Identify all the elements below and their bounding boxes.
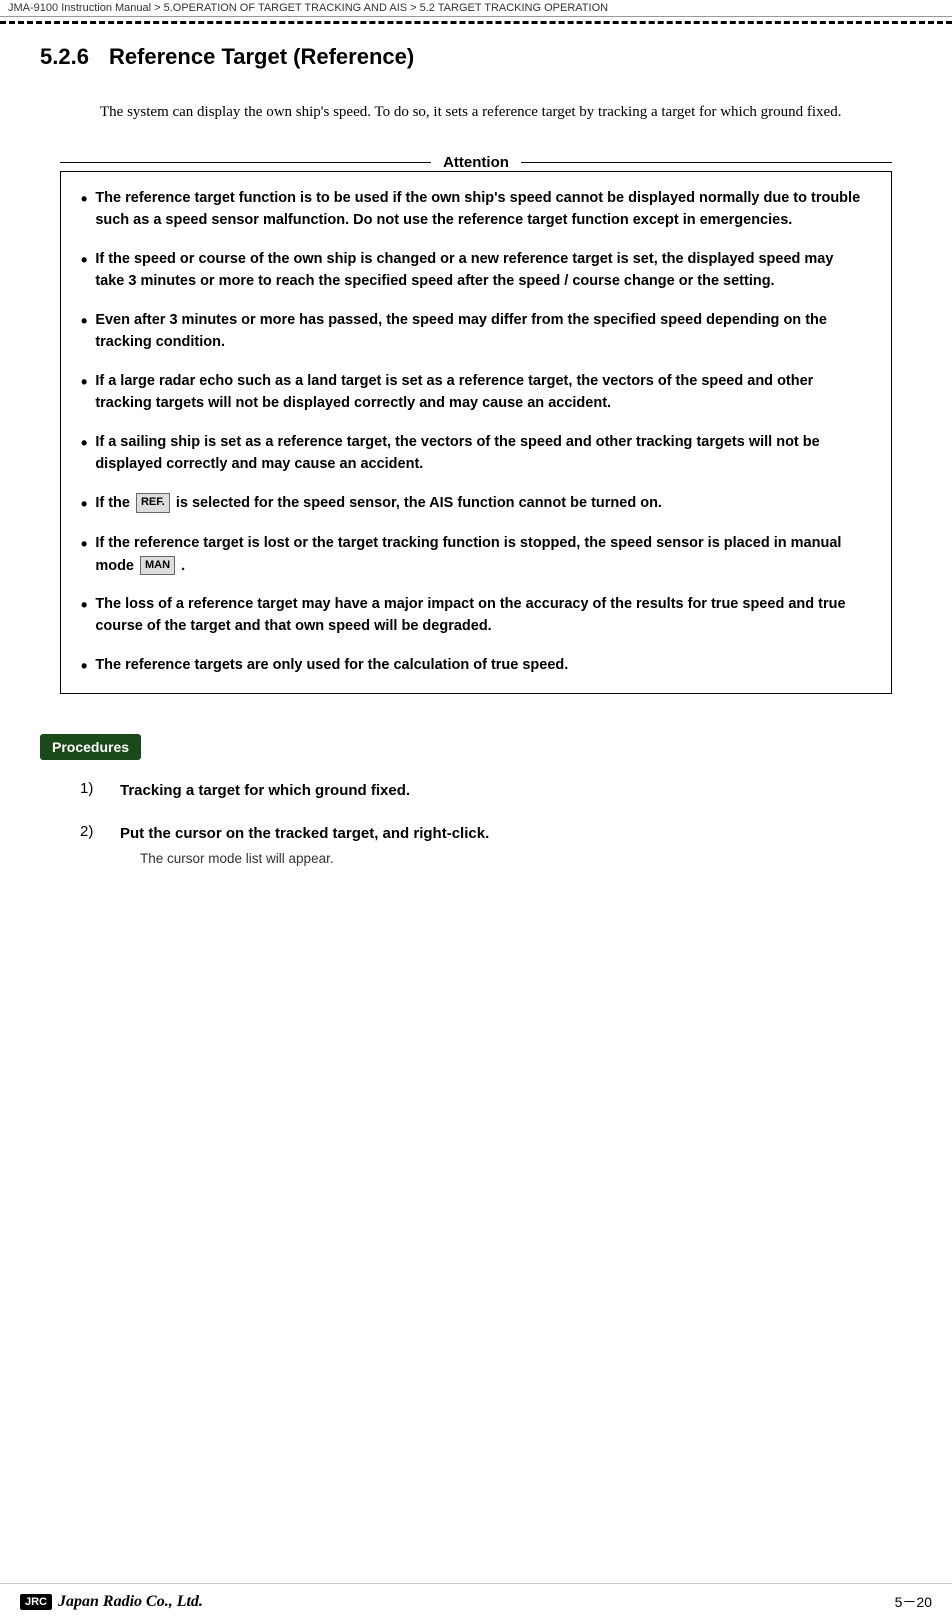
attention-item-1: The reference target function is to be u… xyxy=(95,187,866,232)
bullet-icon: • xyxy=(81,594,87,617)
procedure-sub-text: The cursor mode list will appear. xyxy=(140,851,912,866)
bullet-icon: • xyxy=(81,493,87,516)
ref-badge: REF. xyxy=(136,493,170,512)
list-item: • The loss of a reference target may hav… xyxy=(81,593,866,638)
breadcrumb: JMA-9100 Instruction Manual > 5.OPERATIO… xyxy=(0,0,952,17)
procedure-row: 1) Tracking a target for which ground fi… xyxy=(80,780,912,803)
footer-company-name: Japan Radio Co., Ltd. xyxy=(58,1593,203,1611)
bullet-icon: • xyxy=(81,371,87,394)
attention-list: • The reference target function is to be… xyxy=(81,187,866,678)
bullet-icon: • xyxy=(81,249,87,272)
bullet-icon: • xyxy=(81,432,87,455)
procedures-label: Procedures xyxy=(40,734,141,760)
page-number: 5－20 xyxy=(895,1592,932,1612)
bullet-icon: • xyxy=(81,655,87,678)
attention-item-2: If the speed or course of the own ship i… xyxy=(95,248,866,293)
list-item: • The reference targets are only used fo… xyxy=(81,654,866,678)
procedure-item: 2) Put the cursor on the tracked target,… xyxy=(80,823,912,867)
man-badge: MAN xyxy=(140,556,175,575)
procedures-section: Procedures 1) Tracking a target for whic… xyxy=(40,724,912,866)
attention-item-6: If the REF. is selected for the speed se… xyxy=(95,492,662,514)
attention-item-8: The loss of a reference target may have … xyxy=(95,593,866,638)
jrc-badge: JRC xyxy=(20,1594,52,1610)
attention-item-4: If a large radar echo such as a land tar… xyxy=(95,370,866,415)
procedure-text: Put the cursor on the tracked target, an… xyxy=(120,823,489,846)
procedure-row: 2) Put the cursor on the tracked target,… xyxy=(80,823,912,846)
intro-paragraph: The system can display the own ship's sp… xyxy=(100,100,852,124)
list-item: • The reference target function is to be… xyxy=(81,187,866,232)
attention-label: Attention xyxy=(431,154,521,171)
list-item: • Even after 3 minutes or more has passe… xyxy=(81,309,866,354)
item6-text-after: is selected for the speed sensor, the AI… xyxy=(176,495,662,511)
bullet-icon: • xyxy=(81,533,87,556)
bullet-icon: • xyxy=(81,188,87,211)
item7-text-after: . xyxy=(181,558,185,574)
attention-item-5: If a sailing ship is set as a reference … xyxy=(95,431,866,476)
attention-header: Attention xyxy=(60,154,892,171)
procedure-number: 1) xyxy=(80,780,105,797)
attention-item-3: Even after 3 minutes or more has passed,… xyxy=(95,309,866,354)
list-item: • If the reference target is lost or the… xyxy=(81,532,866,577)
section-number: 5.2.6 xyxy=(40,44,89,70)
item6-text-before: If the xyxy=(95,495,130,511)
attention-item-7: If the reference target is lost or the t… xyxy=(95,532,866,577)
section-title: Reference Target (Reference) xyxy=(109,44,414,70)
item7-text-before: If the reference target is lost or the t… xyxy=(95,535,841,573)
procedure-text: Tracking a target for which ground fixed… xyxy=(120,780,410,803)
list-item: • If the speed or course of the own ship… xyxy=(81,248,866,293)
attention-box: • The reference target function is to be… xyxy=(60,171,892,694)
section-heading: 5.2.6 Reference Target (Reference) xyxy=(40,44,912,70)
main-content: 5.2.6 Reference Target (Reference) The s… xyxy=(0,24,952,906)
list-item: • If a sailing ship is set as a referenc… xyxy=(81,431,866,476)
footer: JRC Japan Radio Co., Ltd. 5－20 xyxy=(0,1583,952,1620)
bullet-icon: • xyxy=(81,310,87,333)
footer-logo: JRC Japan Radio Co., Ltd. xyxy=(20,1593,203,1611)
attention-container: Attention • The reference target functio… xyxy=(60,154,892,694)
procedure-number: 2) xyxy=(80,823,105,840)
procedure-item: 1) Tracking a target for which ground fi… xyxy=(80,780,912,803)
attention-item-9: The reference targets are only used for … xyxy=(95,654,568,676)
list-item: • If a large radar echo such as a land t… xyxy=(81,370,866,415)
list-item: • If the REF. is selected for the speed … xyxy=(81,492,866,516)
